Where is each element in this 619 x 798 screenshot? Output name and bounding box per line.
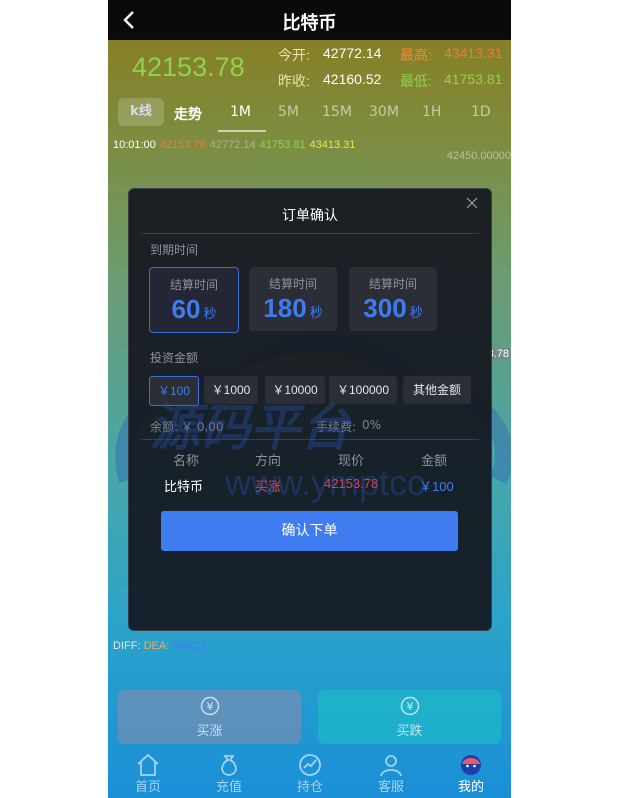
- user-icon: [380, 755, 402, 777]
- diff-label: DIFF:: [113, 640, 141, 652]
- tab-active-indicator: [218, 130, 266, 132]
- prev-close-value: 42160.52: [323, 71, 382, 87]
- indicator-line: DIFF: DEA: MACD:: [113, 640, 208, 652]
- buy-up-button[interactable]: ¥ 买涨: [118, 690, 301, 744]
- chart-close: 42772.14: [209, 139, 256, 151]
- nav-recharge-label: 充值: [215, 780, 242, 795]
- yen-circle-icon: ¥: [400, 696, 419, 716]
- nav-mine[interactable]: 我的: [431, 748, 511, 798]
- modal-divider: [141, 233, 479, 234]
- nav-home[interactable]: 首页: [108, 748, 188, 798]
- dea-label: DEA:: [143, 640, 170, 652]
- nav-positions-label: 持仓: [296, 780, 323, 795]
- amount-option-other[interactable]: 其他金额: [403, 376, 471, 404]
- chart-info-line: 10:01:00 42153.78 42772.14 41753.81 43413.31: [113, 139, 359, 151]
- nav-service-label: 客服: [377, 780, 404, 795]
- order-name: 比特币: [164, 479, 204, 494]
- open-value: 42772.14: [323, 45, 382, 61]
- duration-value: 180: [263, 293, 307, 323]
- low-value: 41753.81: [444, 71, 503, 87]
- money-bag-icon: [221, 755, 237, 776]
- duration-value: 300: [363, 293, 407, 323]
- prev-close-label: 昨收:: [278, 73, 310, 89]
- profile-face-icon: [461, 755, 481, 775]
- buy-down-button[interactable]: ¥ 买跌: [318, 690, 501, 744]
- duration-unit: 秒: [309, 306, 323, 321]
- tab-trend[interactable]: 走势: [174, 104, 202, 124]
- settle-label: 结算时间: [169, 278, 218, 292]
- tab-15m[interactable]: 15M: [322, 104, 352, 120]
- low-label: 最低:: [400, 73, 432, 89]
- watermark-url: www.ymptcc: [225, 462, 426, 503]
- tab-1h[interactable]: 1H: [422, 104, 441, 120]
- confirm-order-button[interactable]: 确认下单: [161, 511, 458, 551]
- chart-open: 42153.78: [159, 139, 206, 151]
- tab-kline[interactable]: k线: [118, 98, 164, 126]
- chart-time: 10:01:00: [113, 139, 156, 151]
- page-title: 比特币: [282, 13, 337, 34]
- expiry-label: 到期时间: [150, 243, 199, 257]
- tab-30m[interactable]: 30M: [369, 104, 399, 120]
- chart-low: 41753.81: [259, 139, 306, 151]
- nav-mine-label: 我的: [457, 780, 484, 795]
- nav-positions[interactable]: 持仓: [270, 748, 350, 798]
- duration-option-300[interactable]: 结算时间 300 秒: [349, 267, 437, 331]
- high-label: 最高:: [400, 47, 432, 63]
- duration-option-180[interactable]: 结算时间 180 秒: [249, 267, 337, 331]
- close-icon[interactable]: [465, 196, 479, 210]
- settle-label: 结算时间: [368, 277, 417, 291]
- duration-unit: 秒: [409, 306, 423, 321]
- macd-label: MACD:: [172, 640, 208, 652]
- home-icon: [137, 753, 159, 776]
- duration-value: 60: [171, 294, 201, 324]
- svg-text:¥: ¥: [406, 700, 413, 713]
- open-label: 今开:: [278, 47, 310, 63]
- invest-label: 投资金额: [150, 351, 199, 365]
- high-value: 43413.31: [444, 45, 503, 61]
- fee-value: 0%: [362, 418, 382, 432]
- watermark-text: 源码平台: [150, 399, 350, 457]
- chart-tabs: k线 走势 1M 5M 15M 30M 1H 1D: [108, 94, 511, 132]
- tab-1m[interactable]: 1M: [230, 104, 251, 120]
- duration-unit: 秒: [203, 307, 217, 322]
- modal-title: 订单确认: [282, 208, 338, 224]
- tab-5m[interactable]: 5M: [278, 104, 299, 120]
- duration-option-60[interactable]: 结算时间 60 秒: [149, 267, 239, 333]
- bottom-nav: 首页 充值 持仓 客服 我的: [108, 748, 511, 798]
- nav-recharge[interactable]: 充值: [189, 748, 269, 798]
- buy-down-label: 买跌: [396, 724, 423, 739]
- settle-label: 结算时间: [268, 277, 317, 291]
- last-price: 42153.78: [132, 52, 245, 82]
- top-bar: 比特币: [108, 0, 511, 40]
- tab-1d[interactable]: 1D: [471, 104, 491, 120]
- yen-circle-icon: ¥: [200, 696, 219, 716]
- chart-circle-icon: [299, 754, 321, 776]
- nav-home-label: 首页: [134, 780, 161, 795]
- svg-text:¥: ¥: [206, 700, 213, 713]
- buy-up-label: 买涨: [196, 724, 223, 739]
- chart-high: 43413.31: [309, 139, 356, 151]
- nav-service[interactable]: 客服: [351, 748, 431, 798]
